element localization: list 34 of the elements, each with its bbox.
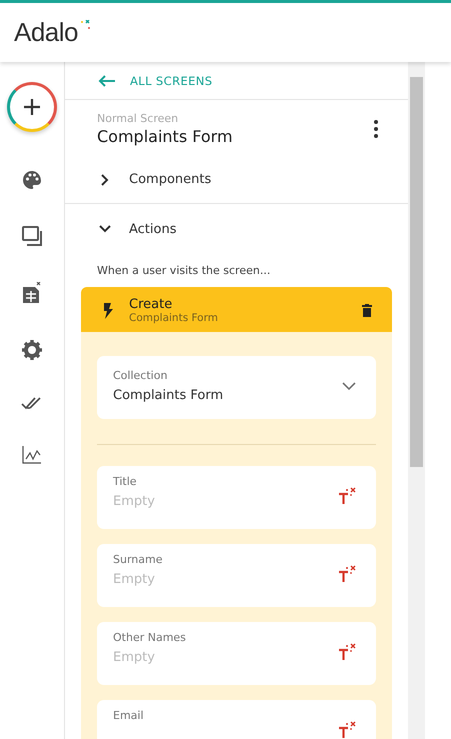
chevron-down-icon <box>99 223 111 235</box>
back-arrow-icon <box>98 74 116 86</box>
chevron-right-icon <box>99 174 111 186</box>
magic-text-icon[interactable] <box>338 643 356 661</box>
action-subtitle: Complaints Form <box>129 312 219 324</box>
screen-name: Complaints Form <box>97 127 233 146</box>
section-toggle[interactable]: Actions <box>65 204 408 254</box>
text-field[interactable]: Surname Empty <box>97 544 376 607</box>
settings-icon[interactable] <box>22 340 42 360</box>
double-check-icon[interactable] <box>21 396 43 410</box>
lightning-icon <box>103 302 113 318</box>
chevron-down-icon <box>342 382 356 390</box>
action-title: Create <box>129 297 174 312</box>
table-icon[interactable] <box>22 282 42 304</box>
chart-icon[interactable] <box>22 446 42 464</box>
logo[interactable]: Adalo <box>14 17 78 48</box>
more-icon[interactable] <box>374 120 378 138</box>
collection-dropdown[interactable]: Collection Complaints Form <box>97 356 376 419</box>
scrollbar[interactable] <box>408 62 425 739</box>
text-field[interactable]: Other Names Empty <box>97 622 376 685</box>
magic-text-icon[interactable] <box>338 487 356 505</box>
magic-text-icon[interactable] <box>338 721 356 739</box>
magic-text-icon[interactable] <box>338 565 356 583</box>
screen-type: Normal Screen <box>97 112 180 125</box>
text-field[interactable]: Email <box>97 700 376 739</box>
plus-icon <box>22 97 42 117</box>
text-field[interactable]: Title Empty <box>97 466 376 529</box>
palette-icon[interactable] <box>22 170 42 190</box>
trash-icon[interactable] <box>362 304 372 317</box>
action-header[interactable]: Create Complaints Form <box>81 287 392 332</box>
add-button[interactable] <box>7 82 57 132</box>
sparkle-icon <box>79 20 91 30</box>
screens-icon[interactable] <box>22 226 42 246</box>
trigger-text: When a user visits the screen... <box>96 263 272 279</box>
